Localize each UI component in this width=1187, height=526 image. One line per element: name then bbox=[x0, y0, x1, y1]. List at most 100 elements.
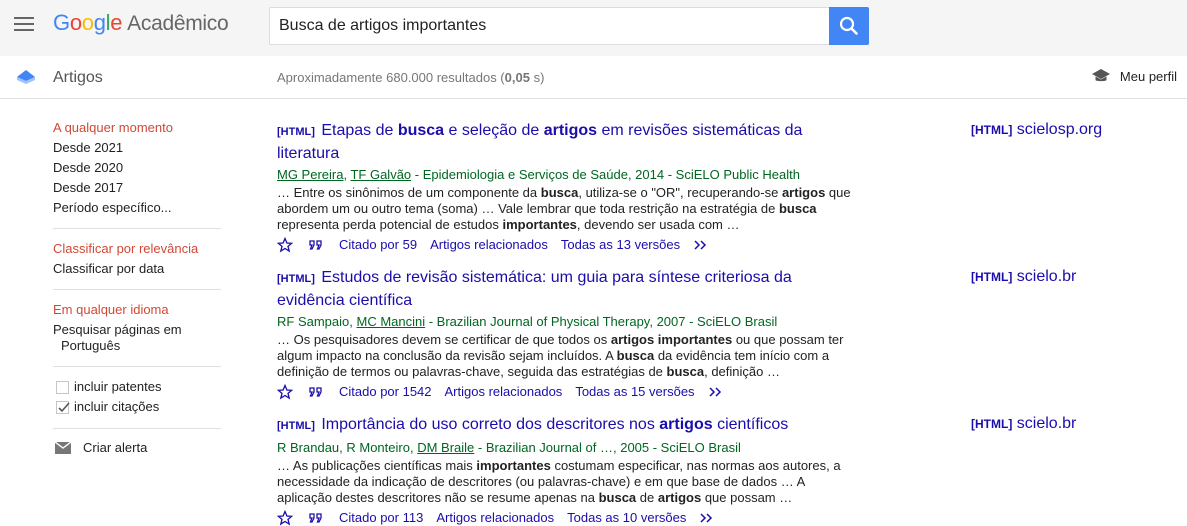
search-input[interactable] bbox=[270, 8, 830, 44]
author-link[interactable]: DM Braile bbox=[417, 440, 474, 455]
cited-by-link[interactable]: Citado por 1542 bbox=[339, 382, 432, 402]
more-chevrons-icon[interactable] bbox=[708, 386, 724, 398]
search-box bbox=[269, 7, 830, 45]
title-text: Importância do uso correto dos descritor… bbox=[321, 416, 660, 433]
pdf-html-source-link[interactable]: [HTML] scielo.br bbox=[971, 415, 1076, 433]
menu-icon[interactable] bbox=[14, 17, 34, 31]
snippet-highlight: artigos importantes bbox=[610, 332, 733, 347]
star-save-icon[interactable] bbox=[277, 237, 293, 253]
results-suffix: s) bbox=[529, 70, 545, 85]
search-button[interactable] bbox=[829, 7, 869, 45]
result-authors: R Brandau, R Monteiro, DM Braile - Brazi… bbox=[277, 439, 857, 457]
logo-letter: o bbox=[69, 10, 82, 35]
cite-quote-icon[interactable] bbox=[308, 511, 324, 525]
filter-any-language[interactable]: Em qualquer idioma bbox=[53, 300, 221, 320]
title-highlight: artigos bbox=[659, 416, 713, 433]
search-result: [HTML] Estudos de revisão sistemática: u… bbox=[277, 267, 857, 402]
result-snippet: … Os pesquisadores devem se certificar d… bbox=[277, 332, 852, 380]
logo-letter: e bbox=[110, 10, 123, 35]
result-actions: Citado por 59 Artigos relacionados Todas a… bbox=[277, 235, 857, 255]
related-articles-link[interactable]: Artigos relacionados bbox=[436, 508, 554, 526]
author-link[interactable]: TF Galvão bbox=[350, 167, 411, 182]
logo-letter: G bbox=[53, 10, 70, 35]
all-versions-link[interactable]: Todas as 15 versões bbox=[575, 382, 694, 402]
filter-any-time[interactable]: A qualquer momento bbox=[53, 118, 221, 138]
related-articles-link[interactable]: Artigos relacionados bbox=[445, 382, 563, 402]
result-title-link[interactable]: [HTML] Importância do uso correto dos de… bbox=[277, 414, 857, 437]
sub-header: Artigos Aproximadamente 680.000 resultad… bbox=[0, 56, 1187, 99]
create-alert-link[interactable]: Criar alerta bbox=[53, 440, 221, 455]
snippet-text: … Os pesquisadores devem se certificar d… bbox=[277, 332, 611, 347]
author-link[interactable]: MG Pereira bbox=[277, 167, 343, 182]
sort-by-date[interactable]: Classificar por data bbox=[53, 259, 221, 279]
my-profile-link[interactable]: Meu perfil bbox=[1091, 68, 1177, 84]
search-icon bbox=[839, 16, 858, 35]
author-link[interactable]: MC Mancini bbox=[356, 314, 425, 329]
pdf-html-source-link[interactable]: [HTML] scielo.br bbox=[971, 268, 1076, 286]
source-tag: [HTML] bbox=[971, 417, 1013, 431]
snippet-highlight: importantes bbox=[476, 458, 551, 473]
snippet-text: que possam … bbox=[701, 490, 793, 505]
star-save-icon[interactable] bbox=[277, 510, 293, 526]
format-tag: [HTML] bbox=[277, 126, 315, 138]
star-save-icon[interactable] bbox=[277, 384, 293, 400]
checkbox-unchecked bbox=[56, 380, 69, 394]
more-chevrons-icon[interactable] bbox=[693, 239, 709, 251]
checkbox-checked-icon bbox=[56, 400, 70, 414]
publication-info: - Brazilian Journal of …, 2005 - SciELO … bbox=[474, 440, 741, 455]
result-snippet: … As publicações científicas mais import… bbox=[277, 458, 852, 506]
divider bbox=[53, 228, 221, 229]
filter-custom-range[interactable]: Período específico... bbox=[53, 198, 221, 218]
all-versions-link[interactable]: Todas as 13 versões bbox=[561, 235, 680, 255]
filter-since-2020[interactable]: Desde 2020 bbox=[53, 158, 221, 178]
snippet-text: … Entre os sinônimos de um componente da bbox=[277, 185, 541, 200]
cite-quote-icon[interactable] bbox=[308, 385, 324, 399]
result-title-link[interactable]: [HTML] Etapas de busca e seleção de arti… bbox=[277, 120, 857, 164]
filter-since-2017[interactable]: Desde 2017 bbox=[53, 178, 221, 198]
product-name: Acadêmico bbox=[127, 12, 229, 35]
filter-portuguese-language: Português bbox=[61, 338, 121, 353]
logo-letter: g bbox=[93, 10, 106, 35]
profile-label: Meu perfil bbox=[1119, 68, 1177, 84]
title-highlight: busca bbox=[397, 122, 445, 139]
snippet-text: , definição … bbox=[704, 364, 780, 379]
snippet-text: de bbox=[636, 490, 658, 505]
more-chevrons-icon[interactable] bbox=[699, 512, 715, 524]
publication-info: - Epidemiologia e Serviços de Saúde, 201… bbox=[411, 167, 800, 182]
result-actions: Citado por 113 Artigos relacionados Todas … bbox=[277, 508, 857, 526]
cite-quote-icon[interactable] bbox=[308, 238, 324, 252]
related-articles-link[interactable]: Artigos relacionados bbox=[430, 235, 548, 255]
sort-by-relevance[interactable]: Classificar por relevância bbox=[53, 239, 221, 259]
cited-by-link[interactable]: Citado por 113 bbox=[339, 508, 423, 526]
publication-info: RF Sampaio, bbox=[277, 314, 357, 329]
divider bbox=[53, 366, 221, 367]
snippet-highlight: importantes bbox=[502, 217, 577, 232]
publication-info: R Brandau, R Monteiro, bbox=[277, 440, 418, 455]
title-text: científicos bbox=[712, 416, 789, 433]
include-patents-checkbox[interactable]: incluir patentes bbox=[56, 377, 221, 397]
snippet-text: … As publicações científicas mais bbox=[277, 458, 477, 473]
include-citations-checkbox[interactable]: incluir citações bbox=[56, 397, 221, 417]
result-snippet: … Entre os sinônimos de um componente da… bbox=[277, 185, 852, 233]
snippet-highlight: busca bbox=[666, 364, 705, 379]
title-text: e seleção de bbox=[444, 122, 544, 139]
cited-by-link[interactable]: Citado por 59 bbox=[339, 235, 417, 255]
filter-since-2021[interactable]: Desde 2021 bbox=[53, 138, 221, 158]
title-text: Estudos de revisão sistemática: um guia … bbox=[277, 269, 792, 309]
snippet-highlight: busca bbox=[778, 201, 817, 216]
pdf-html-source-link[interactable]: [HTML] scielosp.org bbox=[971, 121, 1102, 139]
search-result: [HTML] Importância do uso correto dos de… bbox=[277, 414, 857, 526]
filter-portuguese-pages[interactable]: Pesquisar páginas em Português bbox=[53, 322, 221, 354]
result-authors: RF Sampaio, MC Mancini - Brazilian Journ… bbox=[277, 313, 857, 331]
snippet-highlight: artigos bbox=[781, 185, 826, 200]
snippet-highlight: busca bbox=[540, 185, 579, 200]
snippet-text: , devendo ser usada com … bbox=[576, 217, 740, 232]
source-domain: scielo.br bbox=[1016, 415, 1077, 432]
filter-portuguese-label: Pesquisar páginas em bbox=[53, 322, 182, 337]
google-scholar-logo[interactable]: Google Acadêmico bbox=[53, 10, 229, 36]
source-tag: [HTML] bbox=[971, 270, 1013, 284]
result-title-link[interactable]: [HTML] Estudos de revisão sistemática: u… bbox=[277, 267, 857, 311]
snippet-text: , utiliza-se o "OR", recuperando-se bbox=[578, 185, 782, 200]
all-versions-link[interactable]: Todas as 10 versões bbox=[567, 508, 686, 526]
results-count: Aproximadamente 680.000 resultados (0,05… bbox=[277, 70, 544, 85]
